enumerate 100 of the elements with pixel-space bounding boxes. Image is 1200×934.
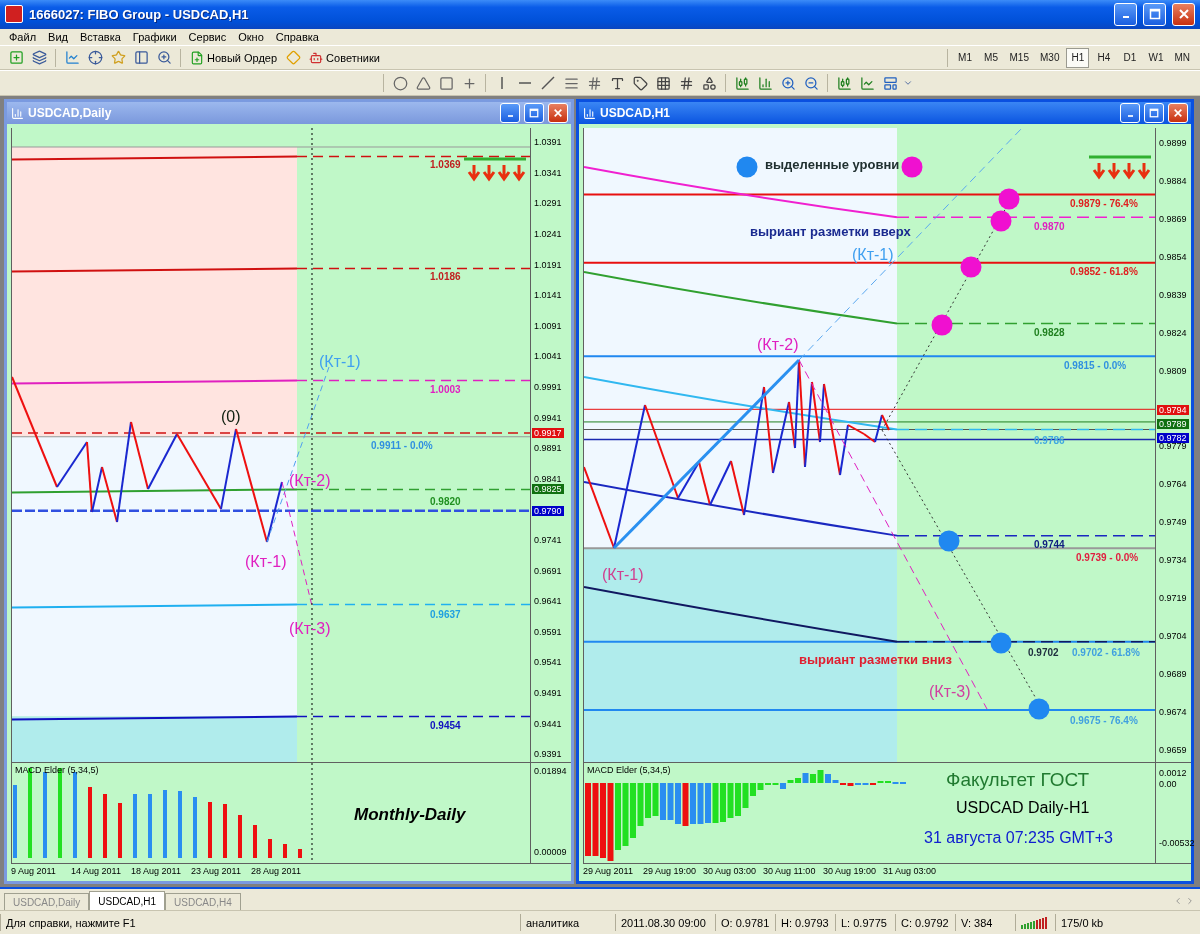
level-label: 0.9879 - 76.4% bbox=[1070, 198, 1138, 210]
price-tick: 0.9704 bbox=[1159, 630, 1187, 641]
menu-item[interactable]: Файл bbox=[4, 30, 42, 43]
price-tick: 0.9591 bbox=[534, 626, 562, 637]
level-label: 0.9870 bbox=[1034, 221, 1065, 233]
price-tick: 0.9641 bbox=[534, 596, 562, 607]
status-text: L: 0.9775 bbox=[835, 914, 895, 932]
menu-item[interactable]: Справка bbox=[270, 30, 324, 43]
level-marker bbox=[931, 314, 953, 336]
price-tick: 0.9839 bbox=[1159, 289, 1187, 300]
maximize-button[interactable] bbox=[1143, 2, 1166, 26]
level-label: 0.9911 - 0.0% bbox=[371, 440, 433, 452]
menu-item[interactable]: Графики bbox=[127, 30, 182, 43]
chart-annotation: (Кт-3) bbox=[929, 683, 971, 702]
indicator-tick: 0.01894 bbox=[534, 766, 567, 777]
chart-annotation: (Кт-3) bbox=[289, 620, 331, 639]
chart-caption: Факультет ГОСТ bbox=[946, 769, 1090, 792]
time-tick: 23 Aug 2011 bbox=[191, 866, 241, 877]
status-text: 2011.08.30 09:00 bbox=[615, 914, 715, 932]
histogram-bar bbox=[178, 791, 182, 859]
price-tick: 0.9391 bbox=[534, 749, 562, 760]
time-tick: 28 Aug 2011 bbox=[251, 866, 301, 877]
experts-button[interactable]: Советники bbox=[306, 47, 383, 69]
histogram-bar bbox=[238, 815, 242, 859]
chart-annotation: (Кт-1) bbox=[245, 553, 287, 572]
timeframe-button[interactable]: H4 bbox=[1092, 47, 1116, 68]
price-tick: 0.9741 bbox=[534, 535, 562, 546]
timeframe-button[interactable]: M1 bbox=[953, 47, 977, 68]
price-tick: 0.9674 bbox=[1159, 706, 1187, 717]
time-tick: 9 Aug 2011 bbox=[11, 866, 56, 877]
level-marker bbox=[990, 632, 1012, 654]
price-tick: 0.9809 bbox=[1159, 365, 1187, 376]
price-tick: 1.0291 bbox=[534, 198, 562, 209]
price-tick: 0.9869 bbox=[1159, 214, 1187, 225]
price-tick: 1.0191 bbox=[534, 259, 562, 270]
status-text: O: 0.9781 bbox=[715, 914, 775, 932]
histogram-bar bbox=[193, 797, 197, 859]
menu-item[interactable]: Окно bbox=[233, 30, 269, 43]
price-tick: 0.9941 bbox=[534, 412, 562, 423]
chart-annotation: (0) bbox=[221, 408, 241, 427]
minimize-button[interactable] bbox=[1120, 103, 1140, 124]
close-icon bbox=[1177, 8, 1190, 21]
price-tick: 0.9884 bbox=[1159, 176, 1187, 187]
price-tag: 0.9790 bbox=[532, 506, 564, 517]
timeframe-button[interactable]: D1 bbox=[1118, 47, 1142, 68]
close-button[interactable] bbox=[548, 103, 568, 124]
price-tick: 0.9734 bbox=[1159, 555, 1187, 566]
price-tick: 1.0341 bbox=[534, 167, 562, 178]
chart-caption: 31 августа 07:235 GMT+3 bbox=[924, 829, 1113, 848]
chart-tab[interactable]: USDCAD,H1 bbox=[89, 891, 166, 911]
price-tick: 0.9441 bbox=[534, 718, 562, 729]
timeframe-button[interactable]: W1 bbox=[1144, 47, 1168, 68]
timeframe-button[interactable]: M15 bbox=[1005, 47, 1033, 68]
new-order-button[interactable]: Новый Ордер bbox=[187, 47, 281, 69]
chart-annotation: выриант разметки вниз bbox=[799, 652, 952, 668]
time-tick: 30 Aug 19:00 bbox=[823, 866, 877, 877]
price-tick: 0.9841 bbox=[534, 473, 562, 484]
time-tick: 14 Aug 2011 bbox=[71, 866, 121, 877]
maximize-button[interactable] bbox=[524, 103, 544, 124]
level-label: 0.9454 bbox=[430, 720, 461, 732]
level-marker bbox=[938, 530, 960, 552]
chart-caption: Monthly-Daily bbox=[354, 805, 466, 826]
price-tick: 0.9749 bbox=[1159, 517, 1187, 528]
timeframe-button[interactable]: M5 bbox=[979, 47, 1003, 68]
status-text: 175/0 kb bbox=[1055, 914, 1175, 932]
time-tick: 30 Aug 03:00 bbox=[703, 866, 757, 877]
timeframe-button[interactable]: M30 bbox=[1036, 47, 1064, 68]
status-text: H: 0.9793 bbox=[775, 914, 835, 932]
indicator-name: MACD Elder (5,34,5) bbox=[587, 765, 671, 776]
level-marker bbox=[1028, 698, 1050, 720]
maximize-button[interactable] bbox=[1144, 103, 1164, 124]
chart-annotation: (Кт-2) bbox=[757, 336, 799, 355]
level-label: 1.0186 bbox=[430, 271, 461, 283]
close-button[interactable] bbox=[1168, 103, 1188, 124]
status-text: C: 0.9792 bbox=[895, 914, 955, 932]
minimize-button[interactable] bbox=[1114, 2, 1137, 26]
level-label: 0.9852 - 61.8% bbox=[1070, 266, 1138, 278]
price-tag: 0.9825 bbox=[532, 484, 564, 495]
timeframe-button[interactable]: MN bbox=[1170, 47, 1194, 68]
menu-item[interactable]: Сервис bbox=[183, 30, 232, 43]
close-button[interactable] bbox=[1172, 2, 1195, 26]
close-icon bbox=[553, 108, 563, 119]
level-marker bbox=[736, 156, 758, 178]
maximize-icon bbox=[1148, 8, 1161, 21]
minimize-icon bbox=[1122, 16, 1129, 19]
menu-item[interactable]: Вставка bbox=[74, 30, 126, 43]
chart-annotation: выриант разметки вверх bbox=[750, 224, 911, 240]
chart-window-icon bbox=[10, 106, 24, 121]
window-title: 1666027: FIBO Group - USDCAD,H1 bbox=[29, 6, 249, 22]
menu-item[interactable]: Вид bbox=[43, 30, 73, 43]
price-tick: 0.9824 bbox=[1159, 327, 1187, 338]
chart-window-title: USDCAD,Daily bbox=[28, 106, 112, 121]
level-label: 1.0003 bbox=[430, 384, 461, 396]
price-tick: 0.9689 bbox=[1159, 668, 1187, 679]
app-logo-icon bbox=[5, 5, 23, 24]
minimize-button[interactable] bbox=[500, 103, 520, 124]
chart-annotation: (Кт-1) bbox=[602, 566, 644, 585]
maximize-icon bbox=[1149, 108, 1159, 119]
level-label: 1.0369 bbox=[430, 159, 461, 171]
timeframe-button[interactable]: H1 bbox=[1066, 47, 1090, 68]
